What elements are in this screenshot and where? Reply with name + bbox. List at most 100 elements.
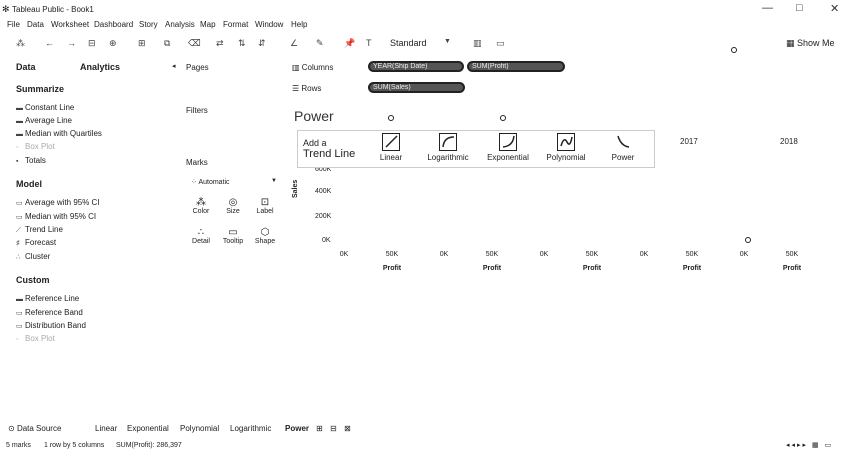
pin-icon[interactable]: 📌: [344, 38, 355, 49]
show-me-button[interactable]: ▦ Show Me: [786, 38, 835, 49]
item-custom-box-plot[interactable]: ◦ Box Plot: [16, 334, 55, 343]
columns-icon: ▥: [292, 63, 302, 72]
x-tick-50k: 50K: [385, 251, 399, 258]
undo-icon[interactable]: ←: [45, 38, 54, 48]
sheet-tab-polynomial[interactable]: Polynomial: [180, 424, 219, 433]
duplicate-icon[interactable]: ⧉: [164, 38, 170, 49]
labels-icon[interactable]: T: [366, 38, 372, 48]
item-median-quartiles[interactable]: ▬ Median with Quartiles: [16, 129, 102, 138]
save-icon[interactable]: ⊟: [88, 38, 96, 49]
minimize-button[interactable]: —: [762, 2, 773, 14]
menu-bar: File Data Worksheet Dashboard Story Anal…: [0, 18, 846, 32]
menu-window[interactable]: Window: [255, 20, 283, 29]
new-sheet-tab-icon[interactable]: ⊞: [316, 424, 323, 433]
ci-icon: ▭: [16, 200, 23, 207]
sheet-tab-power[interactable]: Power: [285, 424, 309, 433]
chart-icon[interactable]: ▥: [473, 38, 482, 49]
redo-icon[interactable]: →: [67, 38, 76, 48]
sheet-tab-logarithmic[interactable]: Logarithmic: [230, 424, 271, 433]
annotate-icon[interactable]: ✎: [316, 38, 324, 49]
collapse-icon[interactable]: ◂: [172, 62, 176, 70]
menu-data[interactable]: Data: [27, 20, 44, 29]
menu-analysis[interactable]: Analysis: [165, 20, 195, 29]
x-axis-label: Profit: [782, 265, 802, 272]
menu-dashboard[interactable]: Dashboard: [94, 20, 133, 29]
trend-option-linear[interactable]: Linear: [376, 133, 406, 162]
present-icon[interactable]: ▭: [496, 38, 505, 49]
power-icon: [614, 133, 632, 151]
item-average-line[interactable]: ▬ Average Line: [16, 116, 72, 125]
highlight-icon[interactable]: ∠: [290, 38, 298, 49]
trend-option-power[interactable]: Power: [608, 133, 638, 162]
x-tick-0k: 0K: [639, 251, 649, 258]
dist-band-icon: ▭: [16, 323, 23, 330]
logarithmic-icon: [439, 133, 457, 151]
detail-button[interactable]: ∴ Detail: [189, 227, 213, 245]
item-average-ci[interactable]: ▭ Average with 95% CI: [16, 198, 100, 207]
clear-icon[interactable]: ⌫: [188, 38, 201, 49]
tab-data[interactable]: Data: [16, 62, 36, 72]
trend-icon: ⟋: [16, 227, 21, 234]
x-tick-50k: 50K: [585, 251, 599, 258]
item-reference-line[interactable]: ▬ Reference Line: [16, 294, 79, 303]
trend-option-exponential[interactable]: Exponential: [482, 133, 534, 162]
menu-file[interactable]: File: [7, 20, 20, 29]
dropdown-icon[interactable]: ▼: [444, 38, 451, 45]
y-tick-400k: 400K: [315, 188, 332, 195]
x-axis-label: Profit: [382, 265, 402, 272]
polynomial-icon: [557, 133, 575, 151]
tab-analytics[interactable]: Analytics: [80, 62, 120, 72]
color-button[interactable]: ⁂ Color: [189, 197, 213, 215]
item-constant-line[interactable]: ▬ Constant Line: [16, 103, 74, 112]
item-distribution-band[interactable]: ▭ Distribution Band: [16, 321, 86, 330]
data-point[interactable]: [499, 114, 506, 121]
data-source-tab[interactable]: ⊙ Data Source: [8, 424, 61, 433]
swap-icon[interactable]: ⇄: [216, 38, 224, 49]
close-button[interactable]: ✕: [830, 2, 839, 15]
shape-button[interactable]: ⬡ Shape: [253, 227, 277, 245]
data-point[interactable]: [744, 236, 751, 243]
pill-sum-profit[interactable]: SUM(Profit): [467, 61, 565, 72]
status-bar: 5 marks 1 row by 5 columns SUM(Profit): …: [0, 440, 846, 453]
data-point[interactable]: [388, 114, 395, 121]
filters-card-title: Filters: [186, 106, 208, 115]
size-button[interactable]: ◎ Size: [221, 197, 245, 215]
sort-asc-icon[interactable]: ⇅: [238, 38, 246, 49]
pill-sum-sales[interactable]: SUM(Sales): [368, 82, 465, 93]
sort-desc-icon[interactable]: ⇵: [258, 38, 266, 49]
x-tick-0k: 0K: [439, 251, 449, 258]
tooltip-icon: ▭: [228, 227, 238, 238]
label-button[interactable]: ⊡ Label: [253, 197, 277, 215]
item-forecast[interactable]: ♯ Forecast: [16, 238, 56, 247]
trend-option-logarithmic[interactable]: Logarithmic: [424, 133, 472, 162]
status-rows-cols: 1 row by 5 columns: [44, 442, 105, 449]
menu-story[interactable]: Story: [139, 20, 158, 29]
sheet-tab-linear[interactable]: Linear: [95, 424, 117, 433]
tooltip-button[interactable]: ▭ Tooltip: [221, 227, 245, 245]
sheet-tab-exponential[interactable]: Exponential: [127, 424, 169, 433]
item-cluster[interactable]: ∴ Cluster: [16, 252, 50, 261]
new-sheet-icon[interactable]: ⊞: [138, 38, 146, 49]
mark-type-select[interactable]: ⁘ Automatic ▼: [191, 178, 279, 189]
ref-band-icon: ▭: [16, 310, 23, 317]
menu-map[interactable]: Map: [200, 20, 216, 29]
tableau-icon[interactable]: ⁂: [16, 38, 25, 49]
item-trend-line[interactable]: ⟋ Trend Line: [16, 225, 63, 235]
item-reference-band[interactable]: ▭ Reference Band: [16, 308, 83, 317]
pages-card-title: Pages: [186, 63, 209, 72]
new-story-tab-icon[interactable]: ⊠: [344, 424, 351, 433]
menu-worksheet[interactable]: Worksheet: [51, 20, 89, 29]
item-median-ci[interactable]: ▭ Median with 95% CI: [16, 212, 96, 221]
item-box-plot[interactable]: ◦ Box Plot: [16, 142, 55, 151]
item-totals[interactable]: ▪ Totals: [16, 156, 46, 165]
x-tick-50k: 50K: [485, 251, 499, 258]
maximize-button[interactable]: □: [796, 2, 803, 14]
pill-year-ship-date[interactable]: YEAR(Ship Date): [368, 61, 464, 72]
menu-help[interactable]: Help: [291, 20, 307, 29]
sheet-nav-icons[interactable]: ◂◂▸▸ ▦ ▭: [786, 441, 833, 449]
new-dashboard-tab-icon[interactable]: ⊟: [330, 424, 337, 433]
menu-format[interactable]: Format: [223, 20, 248, 29]
view-size-select[interactable]: Standard: [390, 38, 427, 48]
trend-option-polynomial[interactable]: Polynomial: [541, 133, 591, 162]
new-datasource-icon[interactable]: ⊕: [109, 38, 117, 49]
